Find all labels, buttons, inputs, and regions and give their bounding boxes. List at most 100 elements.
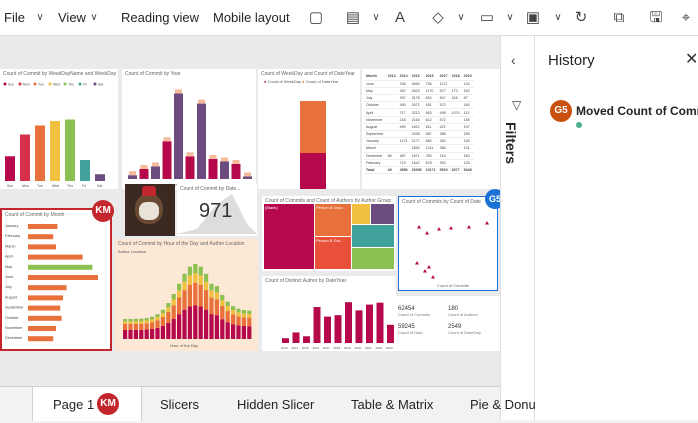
treemap-cell[interactable]: Person B Grou... bbox=[315, 204, 351, 236]
kpi-value: 971 bbox=[199, 200, 233, 222]
tab-page1[interactable]: Page 1 KM bbox=[32, 387, 142, 421]
commits-date-scatter[interactable]: Count of Commits by Count of Date Count … bbox=[398, 196, 498, 291]
kpi-date[interactable]: 59245 Count of Date bbox=[398, 324, 423, 335]
table-cell: 397 bbox=[397, 94, 410, 103]
legend-item: Tue bbox=[38, 83, 44, 87]
table-row[interactable]: February 719 1642 678 393 133 bbox=[364, 159, 474, 167]
view-menu[interactable]: View bbox=[58, 10, 86, 25]
table-row[interactable]: January 1174 2177 684 352 145 bbox=[364, 137, 474, 146]
weekday-bar-chart[interactable]: Count of Commit by WeekDayName and WeekD… bbox=[0, 69, 118, 189]
stacked-bar bbox=[220, 305, 225, 320]
stacked-bar bbox=[247, 314, 252, 318]
shapes-icon[interactable]: ◇ bbox=[428, 8, 448, 28]
table-row[interactable]: December 56 487 1671 780 219 160 bbox=[364, 152, 474, 160]
tab-table-matrix[interactable]: Table & Matrix bbox=[351, 387, 433, 421]
page-icon[interactable]: ▣ bbox=[523, 8, 543, 28]
table-row[interactable]: March 1830 1011 386 131 bbox=[364, 144, 474, 153]
stacked-bar bbox=[123, 329, 128, 339]
table-cell: 736 bbox=[423, 80, 438, 88]
legend-dot bbox=[18, 82, 22, 86]
table-row[interactable]: Month 2013 2014 2015 2016 2017 2018 2019 bbox=[364, 73, 474, 81]
chevron-down-icon[interactable]: ∨ bbox=[84, 8, 104, 28]
stacked-bar bbox=[231, 324, 236, 339]
table-row[interactable]: November 218 2163 612 572 155 bbox=[364, 116, 474, 124]
chevron-down-icon[interactable]: ∨ bbox=[548, 8, 568, 28]
treemap-cell[interactable] bbox=[352, 225, 394, 247]
stacked-bar bbox=[128, 323, 133, 330]
text-box-icon[interactable]: A bbox=[390, 8, 410, 28]
kpi-commits[interactable]: 62454 Count of Commits bbox=[398, 306, 430, 317]
kpi-authors[interactable]: 180 Count of Authors bbox=[448, 306, 478, 317]
kpi-grid: 62454 Count of Commits 180 Count of Auth… bbox=[396, 296, 500, 351]
table-cell: 160 bbox=[461, 152, 474, 160]
legend-item: Thu bbox=[68, 83, 74, 87]
hour-location-chart[interactable]: Count of Commit by Hour of the Day and A… bbox=[115, 239, 258, 351]
file-menu[interactable]: File bbox=[4, 10, 25, 25]
chevron-down-icon[interactable]: ∨ bbox=[366, 8, 386, 28]
table-row[interactable]: Total 49 4556 26935 10171 9519 6077 5448 bbox=[364, 166, 474, 175]
author-group-treemap[interactable]: Count of Commits and Count of Authors by… bbox=[262, 196, 396, 271]
table-row[interactable]: May 287 2623 1170 577 173 152 bbox=[364, 87, 474, 96]
tab-pie-donut[interactable]: Pie & Donu bbox=[470, 387, 536, 421]
treemap-cell[interactable] bbox=[371, 204, 394, 224]
chevron-left-icon[interactable]: ‹ bbox=[511, 52, 516, 68]
close-icon[interactable]: ✕ bbox=[685, 49, 698, 69]
stacked-bar bbox=[166, 311, 171, 323]
table-row[interactable]: June 246 4694 736 1172 124 bbox=[364, 80, 474, 88]
table-row[interactable]: August 499 1812 811 422 197 bbox=[364, 123, 474, 132]
table-cell: 2623 bbox=[409, 87, 424, 96]
filters-pane-collapsed[interactable]: ‹ ▽ Filters bbox=[501, 36, 535, 420]
stacked-segment[interactable] bbox=[300, 101, 326, 153]
refresh-icon[interactable]: ↻ bbox=[571, 8, 591, 28]
chevron-down-icon[interactable]: ∨ bbox=[451, 8, 471, 28]
table-cell: 678 bbox=[423, 159, 438, 167]
table-row[interactable]: October 490 2671 451 572 160 bbox=[364, 101, 474, 110]
dog-muzzle bbox=[139, 202, 159, 220]
table-cell: 218 bbox=[397, 116, 410, 124]
stacked-bar bbox=[177, 290, 182, 298]
tick-label: January bbox=[5, 224, 19, 228]
pin-icon[interactable]: ⌖ bbox=[676, 8, 696, 28]
mobile-layout-button[interactable]: Mobile layout bbox=[213, 10, 290, 25]
stacked-segment[interactable] bbox=[300, 153, 326, 189]
comment-icon[interactable]: ▢ bbox=[306, 8, 326, 28]
tab-hidden-slicer[interactable]: Hidden Slicer bbox=[237, 387, 314, 421]
duplicate-icon[interactable]: ⧉ bbox=[609, 8, 629, 28]
kpi-dateonly[interactable]: 2549 Count of DateOnly bbox=[448, 324, 481, 335]
treemap-cell[interactable] bbox=[352, 204, 370, 224]
stacked-bar bbox=[236, 308, 241, 313]
button-icon[interactable]: ▭ bbox=[477, 8, 497, 28]
month-year-matrix[interactable]: Month 2013 2014 2015 2016 2017 2018 2019 June 246… bbox=[362, 69, 500, 189]
kpi-card[interactable]: Count of Commit by Date... 971 bbox=[177, 184, 257, 236]
save-icon[interactable]: 🖫 bbox=[646, 8, 666, 28]
table-row[interactable]: July 397 3178 824 547 415 67 bbox=[364, 94, 474, 103]
chevron-down-icon[interactable]: ∨ bbox=[30, 8, 50, 28]
tab-slicers[interactable]: Slicers bbox=[160, 387, 199, 421]
distinct-author-chart[interactable]: Count of Distinct Author by DateYear 201… bbox=[262, 276, 396, 351]
tick-label: November bbox=[5, 326, 23, 330]
tick-label: 2013 bbox=[281, 346, 288, 350]
stacked-bar bbox=[182, 309, 187, 339]
treemap-cell[interactable]: Person B Gro... bbox=[315, 237, 351, 269]
weekday-dateyear-chart[interactable]: Count of WeekDay and Count of DateYear ●… bbox=[258, 69, 360, 189]
chevron-down-icon[interactable]: ∨ bbox=[500, 8, 520, 28]
table-row[interactable]: September 2438 587 388 189 bbox=[364, 130, 474, 139]
commit-by-year-chart[interactable]: Count of Commit by Year 2013201420152016… bbox=[122, 69, 256, 189]
table-row[interactable]: April 717 3213 963 498 1074 113 bbox=[364, 108, 474, 117]
reading-view-button[interactable]: Reading view bbox=[121, 10, 199, 25]
treemap-cell[interactable]: (Blank) bbox=[264, 204, 314, 269]
tick-label: 2018 bbox=[334, 346, 341, 350]
legend-dot bbox=[78, 82, 82, 86]
stacked-bar bbox=[193, 282, 198, 306]
history-entry[interactable]: G5 Moved Count of Comm bbox=[548, 100, 698, 130]
visual-icon[interactable]: ▤ bbox=[343, 8, 363, 28]
stacked-bar bbox=[128, 329, 133, 339]
bar bbox=[151, 166, 160, 179]
table-cell: September bbox=[364, 130, 386, 139]
history-entry-text: Moved Count of Comm bbox=[576, 104, 698, 118]
month-bar-chart[interactable]: Count of Commit by Month January February… bbox=[0, 208, 112, 351]
bar bbox=[174, 93, 183, 179]
table-cell: 246 bbox=[397, 80, 410, 88]
table-cell: 287 bbox=[397, 87, 410, 96]
treemap-cell[interactable] bbox=[352, 248, 394, 269]
